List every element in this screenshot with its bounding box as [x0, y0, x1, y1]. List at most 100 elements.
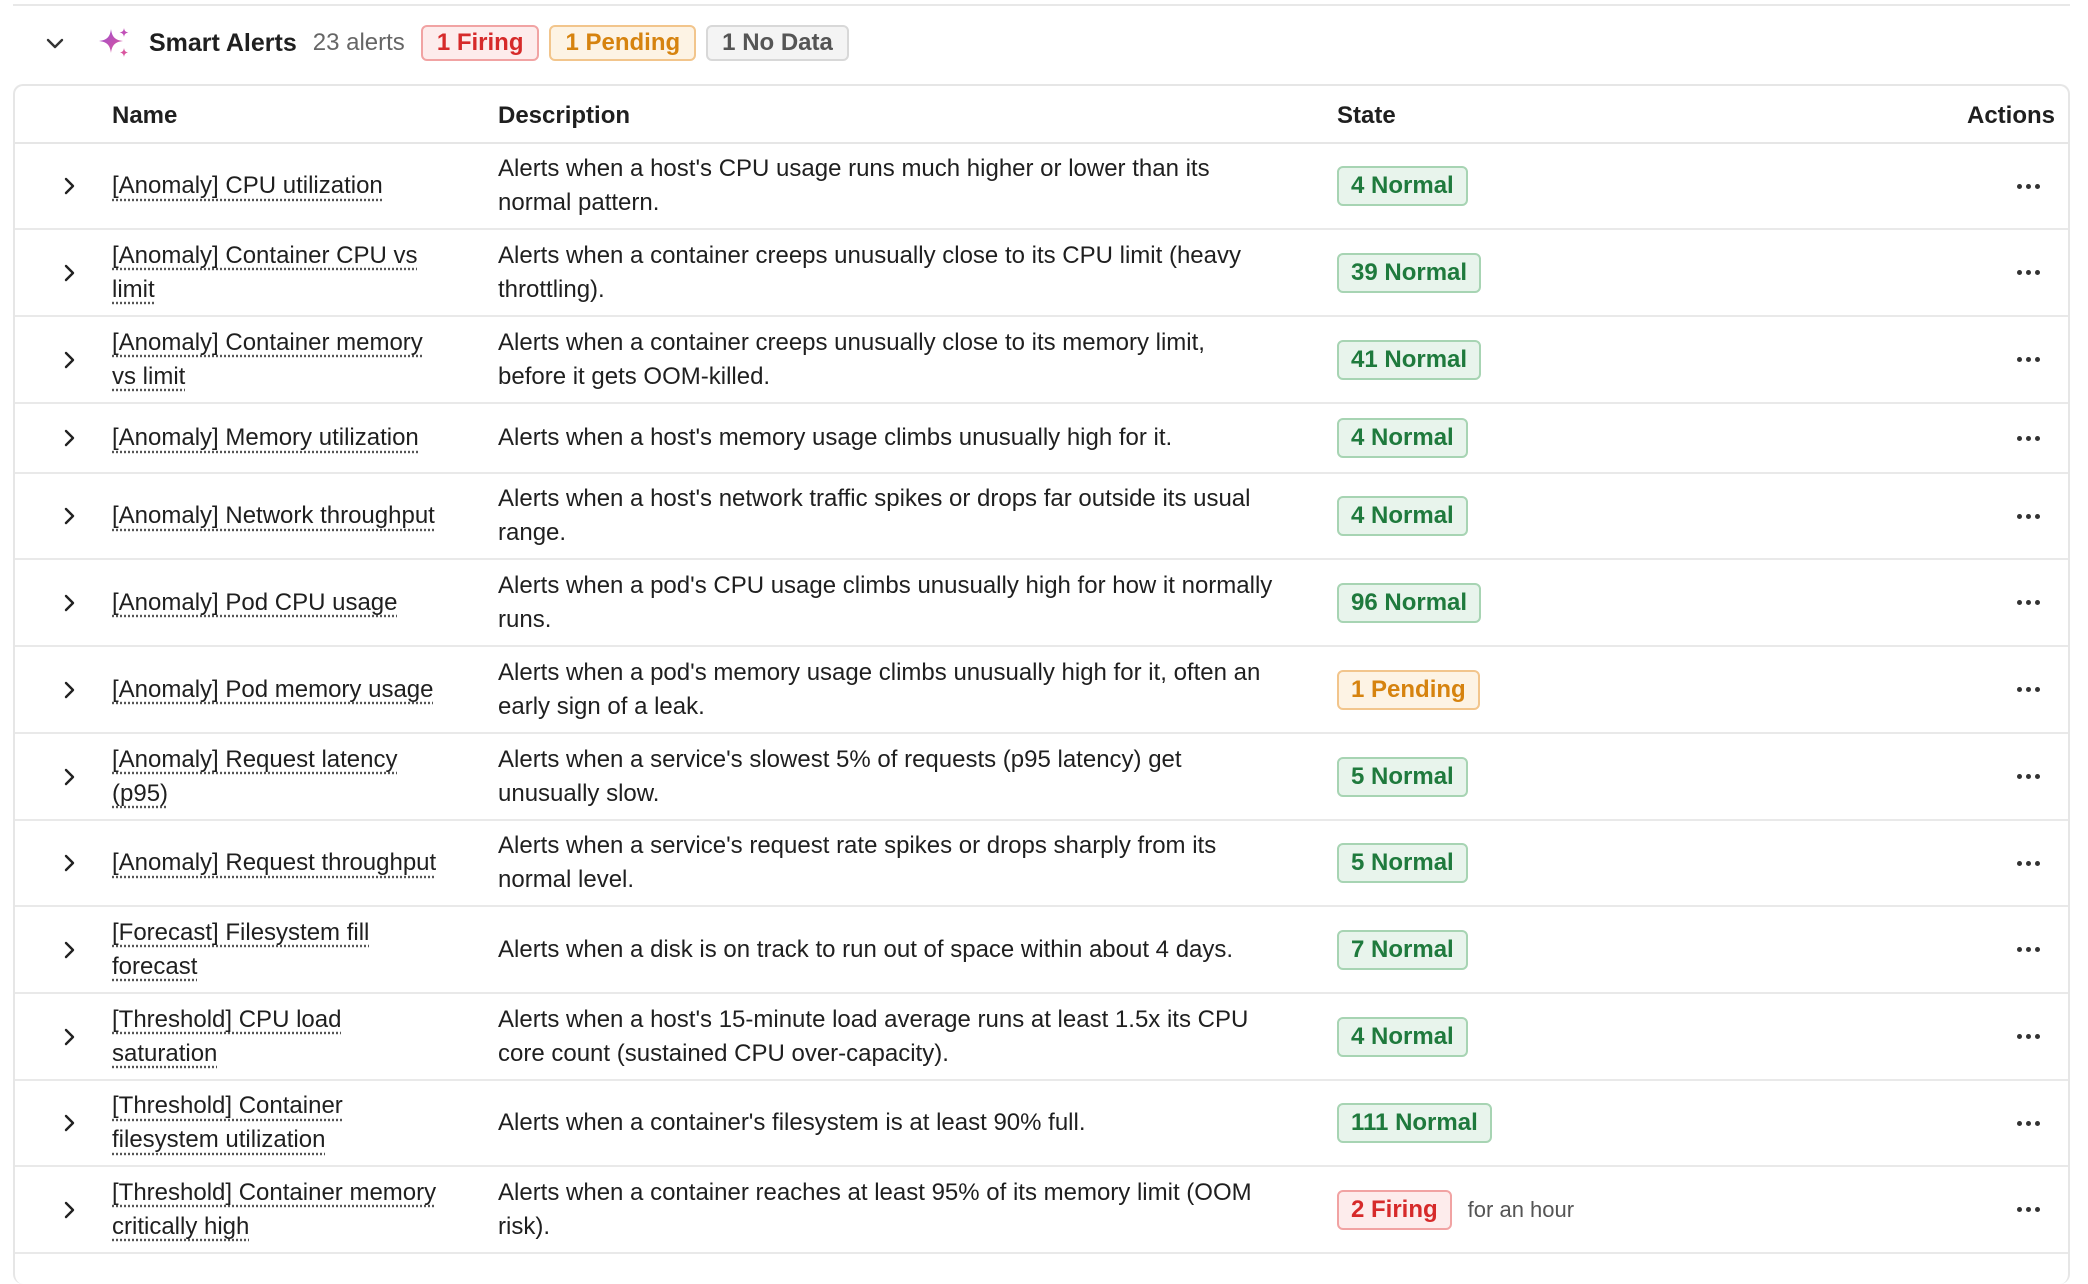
- chevron-right-icon[interactable]: [39, 404, 99, 472]
- more-horizontal-icon[interactable]: [1988, 317, 2068, 402]
- pending-filter-chip[interactable]: 1 Pending: [549, 25, 696, 61]
- alert-name-line[interactable]: [Anomaly] Pod CPU usage: [112, 586, 397, 620]
- alert-name-line[interactable]: [Anomaly] Memory utilization: [112, 421, 419, 455]
- state-badge[interactable]: 4 Normal: [1337, 1017, 1468, 1057]
- chevron-right-icon[interactable]: [39, 734, 99, 819]
- alert-name-line[interactable]: [Anomaly] Network throughput: [112, 499, 435, 533]
- alert-name-line[interactable]: critically high: [112, 1210, 436, 1244]
- alert-name-line[interactable]: [Threshold] Container: [112, 1089, 343, 1123]
- description-line: normal pattern.: [498, 186, 1210, 220]
- state-badge[interactable]: 41 Normal: [1337, 340, 1481, 380]
- description-line: Alerts when a container creeps unusually…: [498, 326, 1205, 360]
- more-horizontal-icon[interactable]: [1988, 474, 2068, 558]
- column-header-actions: Actions: [1967, 102, 2055, 130]
- alert-name-line[interactable]: [Anomaly] Pod memory usage: [112, 673, 433, 707]
- alert-name-link[interactable]: [Anomaly] Memory utilization: [112, 421, 419, 455]
- chevron-right-icon[interactable]: [39, 821, 99, 905]
- name-cell: [Anomaly] Memory utilization: [112, 404, 472, 472]
- description-cell: Alerts when a host's memory usage climbs…: [498, 404, 1318, 472]
- state-badge[interactable]: 5 Normal: [1337, 843, 1468, 883]
- alert-name-line[interactable]: [Threshold] Container memory: [112, 1176, 436, 1210]
- chevron-right-icon[interactable]: [39, 317, 99, 402]
- description-line: Alerts when a container creeps unusually…: [498, 239, 1241, 273]
- more-horizontal-icon[interactable]: [1988, 144, 2068, 228]
- state-cell: 39 Normal: [1337, 230, 1897, 315]
- more-horizontal-icon[interactable]: [1988, 230, 2068, 315]
- alert-name-link[interactable]: [Anomaly] Request throughput: [112, 846, 436, 880]
- alert-name-line[interactable]: [Anomaly] Request throughput: [112, 846, 436, 880]
- chevron-down-icon[interactable]: [40, 28, 70, 58]
- description-cell: Alerts when a host's network traffic spi…: [498, 474, 1318, 558]
- alert-name-link[interactable]: [Anomaly] CPU utilization: [112, 169, 383, 203]
- state-badge[interactable]: 2 Firing: [1337, 1190, 1452, 1230]
- state-badge[interactable]: 4 Normal: [1337, 166, 1468, 206]
- chevron-right-icon[interactable]: [39, 560, 99, 645]
- state-badge[interactable]: 4 Normal: [1337, 418, 1468, 458]
- alert-name-link[interactable]: [Anomaly] Request latency (p95): [112, 743, 397, 811]
- more-horizontal-icon[interactable]: [1988, 404, 2068, 472]
- state-badge[interactable]: 5 Normal: [1337, 757, 1468, 797]
- more-horizontal-icon[interactable]: [1988, 1081, 2068, 1165]
- alert-name-line[interactable]: [Threshold] CPU load: [112, 1003, 341, 1037]
- description-line: Alerts when a host's CPU usage runs much…: [498, 152, 1210, 186]
- alert-name-link[interactable]: [Threshold] Container memory critically h…: [112, 1176, 436, 1244]
- alert-name-line[interactable]: saturation: [112, 1037, 341, 1071]
- state-cell: 41 Normal: [1337, 317, 1897, 402]
- state-badge[interactable]: 7 Normal: [1337, 930, 1468, 970]
- more-horizontal-icon[interactable]: [1988, 560, 2068, 645]
- chevron-right-icon[interactable]: [39, 647, 99, 732]
- table-row: [Anomaly] CPU utilization Alerts when a h…: [15, 144, 2068, 230]
- state-cell: 111 Normal: [1337, 1081, 1897, 1165]
- chevron-right-icon[interactable]: [39, 144, 99, 228]
- alert-name-line[interactable]: filesystem utilization: [112, 1123, 343, 1157]
- description-line: Alerts when a service's slowest 5% of re…: [498, 743, 1182, 777]
- alert-name-line[interactable]: [Forecast] Filesystem fill: [112, 916, 369, 950]
- alert-name-line[interactable]: limit: [112, 273, 417, 307]
- alert-name-line[interactable]: [Anomaly] Request latency: [112, 743, 397, 777]
- alert-description: Alerts when a container creeps unusually…: [498, 239, 1241, 307]
- more-horizontal-icon[interactable]: [1988, 821, 2068, 905]
- alert-name-line[interactable]: vs limit: [112, 360, 423, 394]
- alert-name-line[interactable]: (p95): [112, 777, 397, 811]
- chevron-right-icon[interactable]: [39, 994, 99, 1079]
- column-header-state[interactable]: State: [1337, 102, 1396, 130]
- chevron-right-icon[interactable]: [39, 1081, 99, 1165]
- description-line: runs.: [498, 603, 1272, 637]
- chevron-right-icon[interactable]: [39, 907, 99, 992]
- state-badge[interactable]: 1 Pending: [1337, 670, 1480, 710]
- alert-name-link[interactable]: [Anomaly] Container memory vs limit: [112, 326, 423, 394]
- firing-filter-chip[interactable]: 1 Firing: [421, 25, 540, 61]
- alert-name-link[interactable]: [Anomaly] Container CPU vs limit: [112, 239, 417, 307]
- alert-name-link[interactable]: [Forecast] Filesystem fill forecast: [112, 916, 369, 984]
- nodata-filter-chip[interactable]: 1 No Data: [706, 25, 849, 61]
- state-badge[interactable]: 39 Normal: [1337, 253, 1481, 293]
- state-badge[interactable]: 111 Normal: [1337, 1103, 1492, 1143]
- more-horizontal-icon[interactable]: [1988, 734, 2068, 819]
- more-horizontal-icon[interactable]: [1988, 994, 2068, 1079]
- table-row: [Threshold] CPU load saturation Alerts whe…: [15, 994, 2068, 1081]
- alert-name-line[interactable]: [Anomaly] Container memory: [112, 326, 423, 360]
- alert-name-link[interactable]: [Anomaly] Network throughput: [112, 499, 435, 533]
- alert-name-line[interactable]: [Anomaly] Container CPU vs: [112, 239, 417, 273]
- description-line: Alerts when a service's request rate spi…: [498, 829, 1216, 863]
- description-cell: Alerts when a service's slowest 5% of re…: [498, 734, 1318, 819]
- state-badge[interactable]: 4 Normal: [1337, 496, 1468, 536]
- chevron-right-icon[interactable]: [39, 474, 99, 558]
- description-line: normal level.: [498, 863, 1216, 897]
- alert-name-link[interactable]: [Anomaly] Pod CPU usage: [112, 586, 397, 620]
- alert-name-link[interactable]: [Anomaly] Pod memory usage: [112, 673, 433, 707]
- description-line: Alerts when a container's filesystem is …: [498, 1106, 1086, 1140]
- alert-name-link[interactable]: [Threshold] Container filesystem utilizat…: [112, 1089, 343, 1157]
- alert-name-line[interactable]: forecast: [112, 950, 369, 984]
- more-horizontal-icon[interactable]: [1988, 907, 2068, 992]
- alert-name-link[interactable]: [Threshold] CPU load saturation: [112, 1003, 341, 1071]
- column-header-name[interactable]: Name: [112, 102, 177, 130]
- chevron-right-icon[interactable]: [39, 230, 99, 315]
- sparkle-icon: [97, 25, 133, 61]
- alert-name-line[interactable]: [Anomaly] CPU utilization: [112, 169, 383, 203]
- chevron-right-icon[interactable]: [39, 1167, 99, 1252]
- more-horizontal-icon[interactable]: [1988, 1167, 2068, 1252]
- more-horizontal-icon[interactable]: [1988, 647, 2068, 732]
- description-cell: Alerts when a pod's CPU usage climbs unu…: [498, 560, 1318, 645]
- state-badge[interactable]: 96 Normal: [1337, 583, 1481, 623]
